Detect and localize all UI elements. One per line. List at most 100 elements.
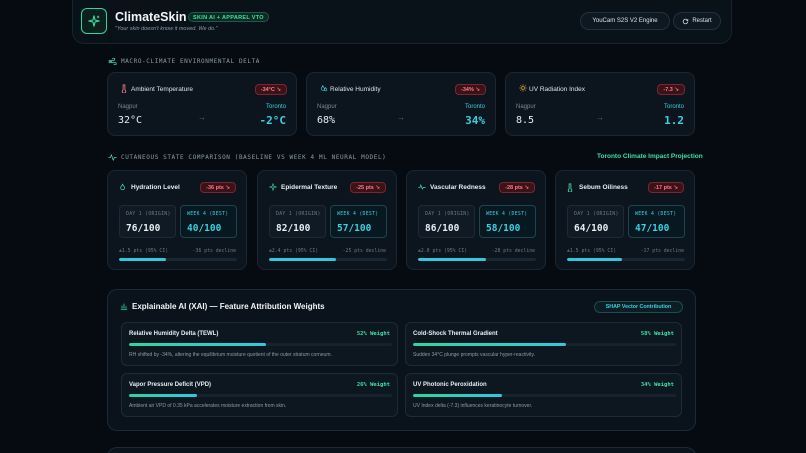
score-bar-fill [418,258,487,261]
bar-chart-icon [120,302,128,310]
restart-label: Restart [692,18,712,24]
dest-score: 47/100 [635,223,670,234]
origin-value: 32°C [118,115,143,126]
origin-label: DAY 1 (ORIGIN) [126,212,171,217]
engine-button[interactable]: YouCam S2S V2 Engine [580,12,670,30]
delta-badge: -17 pts ↘ [648,182,684,193]
dest-box: WEEK 4 (DEST) 40/100 [180,205,237,238]
feature-weight: 58% Weight [640,331,674,337]
origin-box: DAY 1 (ORIGIN) 76/100 [119,205,176,238]
confidence-interval: ±2.0 pts (95% CI) [418,249,468,254]
score-bar-track [119,258,237,261]
origin-value: 68% [317,115,336,126]
feature-weight: 34% Weight [640,382,674,388]
dest-value: 1.2 [664,114,684,127]
feature-bar-track [413,394,676,397]
xai-title: Explainable AI (XAI) — Feature Attributi… [132,302,325,311]
feature-bar-fill [413,343,566,346]
dest-value: -2°C [259,114,287,127]
origin-score: 64/100 [574,223,609,234]
state-card-redness: Vascular Redness -28 pts ↘ DAY 1 (ORIGIN… [406,170,546,270]
restart-button[interactable]: Restart [673,12,721,30]
drop-icon [119,183,127,191]
macro-card-title: Ambient Temperature [131,86,194,93]
arrow-right-icon: → [198,113,206,122]
dest-label: WEEK 4 (DEST) [187,212,229,217]
state-card-title: Vascular Redness [430,184,486,191]
feature-card-uv-peroxidation: UV Photonic Peroxidation 34% Weight UV I… [405,373,682,417]
feature-bar-track [129,394,392,397]
projection-link[interactable]: Toronto Climate Impact Projection [597,153,703,160]
dest-label: WEEK 4 (DEST) [337,212,379,217]
origin-score: 76/100 [126,223,161,234]
state-card-title: Sebum Oiliness [579,184,628,191]
origin-label: DAY 1 (ORIGIN) [574,212,619,217]
delta-badge: -36 pts ↘ [200,182,236,193]
sun-icon [519,84,527,92]
sparkle-logo-icon [88,15,100,27]
macro-card-uv: UV Radiation Index -7.3 ↘ Nagpur Toronto… [505,72,695,136]
arrow-right-icon: → [596,113,604,122]
activity-icon [108,154,117,161]
dest-city: Toronto [663,104,684,110]
thermometer-icon [567,183,573,192]
decline-text: -36 pts decline [192,249,236,254]
state-card-title: Hydration Level [131,184,180,191]
app-logo [81,8,107,34]
dest-city: Toronto [464,104,485,110]
dest-city: Toronto [265,104,286,110]
engine-label: YouCam S2S V2 Engine [592,18,658,24]
score-bar-track [567,258,685,261]
wind-icon [108,58,117,65]
origin-score: 86/100 [425,223,460,234]
dest-score: 40/100 [187,223,222,234]
score-bar-track [418,258,536,261]
score-bar-fill [269,258,337,261]
score-bar-fill [567,258,623,261]
origin-score: 82/100 [276,223,311,234]
feature-title: Vapor Pressure Deficit (VPD) [129,382,212,388]
state-card-sebum: Sebum Oiliness -17 pts ↘ DAY 1 (ORIGIN) … [555,170,695,270]
dest-value: 34% [465,114,485,127]
pulse-icon [418,183,426,191]
decline-text: -28 pts decline [491,249,535,254]
origin-label: DAY 1 (ORIGIN) [276,212,321,217]
feature-bar-fill [413,394,503,397]
origin-city: Nagpur [118,104,138,110]
feature-weight: 26% Weight [356,382,390,388]
origin-value: 8.5 [516,115,535,126]
refresh-icon [683,18,689,24]
dest-label: WEEK 4 (DEST) [635,212,677,217]
feature-title: UV Photonic Peroxidation [413,382,487,388]
origin-box: DAY 1 (ORIGIN) 64/100 [567,205,624,238]
feature-title: Relative Humidity Delta (TEWL) [129,331,219,337]
delta-badge: -34°C ↘ [254,84,287,95]
feature-bar-track [129,343,392,346]
confidence-interval: ±1.5 pts (95% CI) [119,249,169,254]
confidence-interval: ±1.5 pts (95% CI) [567,249,617,254]
feature-bar-fill [129,343,266,346]
confidence-interval: ±2.4 pts (95% CI) [269,249,319,254]
feature-card-rh-delta: Relative Humidity Delta (TEWL) 52% Weigh… [121,322,398,366]
brand-badge: SKIN AI + APPAREL VTO [188,12,269,22]
dest-box: WEEK 4 (DEST) 47/100 [628,205,685,238]
brand-tagline: "Your skin doesn't know it moved. We do.… [115,26,218,32]
feature-bar-fill [129,394,198,397]
next-panel-edge [107,447,696,453]
macro-card-title: UV Radiation Index [529,86,586,93]
feature-description: Ambient air VPD of 0.35 kPa accelerates … [129,403,287,409]
humidity-icon [320,84,328,92]
origin-label: DAY 1 (ORIGIN) [425,212,470,217]
dest-score: 57/100 [337,223,372,234]
feature-card-vpd: Vapor Pressure Deficit (VPD) 26% Weight … [121,373,398,417]
macro-card-title: Relative Humidity [330,86,381,93]
dest-label: WEEK 4 (DEST) [486,212,528,217]
origin-city: Nagpur [516,104,536,110]
delta-badge: -25 pts ↘ [350,182,386,193]
arrow-right-icon: → [397,113,405,122]
origin-box: DAY 1 (ORIGIN) 86/100 [418,205,475,238]
origin-city: Nagpur [317,104,337,110]
shap-button[interactable]: SHAP Vector Contribution [594,301,683,313]
state-card-title: Epidermal Texture [281,184,338,191]
feature-weight: 52% Weight [356,331,390,337]
